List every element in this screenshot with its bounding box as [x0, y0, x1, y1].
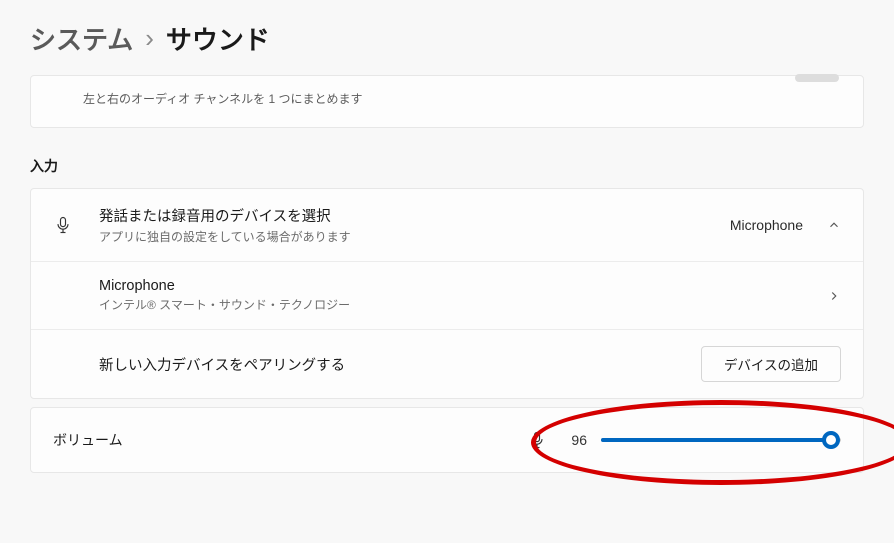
microphone-icon[interactable] — [527, 430, 547, 450]
section-title-input: 入力 — [30, 156, 864, 176]
pair-device-title: 新しい入力デバイスをペアリングする — [99, 354, 683, 375]
chevron-right-icon — [827, 289, 841, 303]
add-device-button[interactable]: デバイスの追加 — [701, 346, 841, 382]
input-device-row[interactable]: Microphone インテル® スマート・サウンド・テクノロジー — [31, 262, 863, 330]
chevron-right-icon: › — [145, 23, 154, 54]
mono-audio-card: 左と右のオーディオ チャンネルを 1 つにまとめます オフ — [30, 75, 864, 128]
pair-device-row: 新しい入力デバイスをペアリングする デバイスの追加 — [31, 330, 863, 398]
volume-label: ボリューム — [53, 430, 123, 450]
microphone-icon — [53, 215, 81, 235]
breadcrumb-current: サウンド — [166, 20, 270, 57]
input-devices-card: 発話または録音用のデバイスを選択 アプリに独自の設定をしている場合があります M… — [30, 188, 864, 399]
input-select-title: 発話または録音用のデバイスを選択 — [99, 205, 712, 226]
input-device-selector-row[interactable]: 発話または録音用のデバイスを選択 アプリに独自の設定をしている場合があります M… — [31, 189, 863, 262]
volume-slider[interactable] — [601, 431, 841, 449]
input-volume-card: ボリューム 96 — [30, 407, 864, 473]
mono-audio-toggle[interactable] — [795, 74, 839, 82]
input-select-subtitle: アプリに独自の設定をしている場合があります — [99, 228, 712, 245]
mono-audio-description: 左と右のオーディオ チャンネルを 1 つにまとめます — [83, 90, 362, 107]
breadcrumb-parent[interactable]: システム — [30, 20, 133, 57]
device-title: Microphone — [99, 278, 809, 294]
breadcrumb: システム › サウンド — [0, 0, 894, 75]
chevron-up-icon — [827, 218, 841, 232]
device-subtitle: インテル® スマート・サウンド・テクノロジー — [99, 296, 809, 313]
input-select-value: Microphone — [730, 217, 803, 233]
volume-value: 96 — [561, 432, 587, 448]
